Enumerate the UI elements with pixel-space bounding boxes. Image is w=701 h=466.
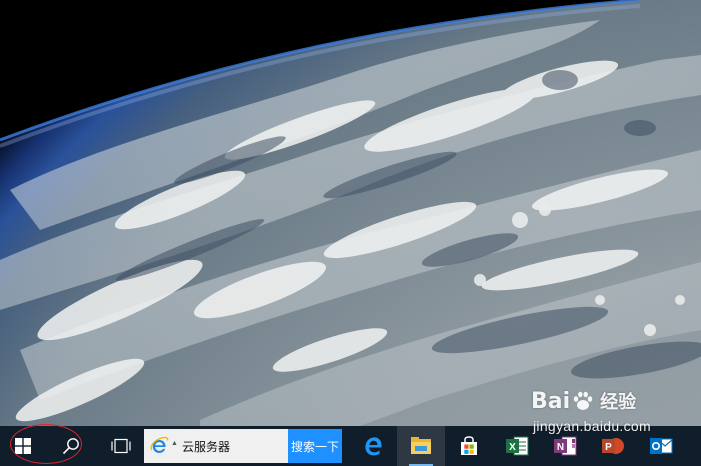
desktop-wallpaper <box>0 0 701 426</box>
search-query[interactable]: 云服务器 <box>182 438 230 455</box>
onenote-app[interactable]: N <box>541 426 589 466</box>
magnifier-icon <box>62 438 79 455</box>
powerpoint-icon: P <box>602 438 624 454</box>
search-submit-button[interactable]: 搜索一下 <box>288 429 342 463</box>
svg-text:X: X <box>509 442 516 453</box>
dropdown-caret-icon[interactable]: ▲ <box>171 440 178 447</box>
outlook-icon <box>650 438 673 454</box>
desktop: ▲ 云服务器 搜索一下 X N P Bai 经验 jingyan.baidu.c… <box>0 0 701 466</box>
start-button[interactable] <box>0 426 46 466</box>
search-button[interactable] <box>46 426 96 466</box>
task-view-icon <box>111 438 131 454</box>
file-explorer-icon <box>411 437 431 454</box>
powerpoint-app[interactable]: P <box>589 426 637 466</box>
excel-app[interactable]: X <box>493 426 541 466</box>
edge-icon <box>365 437 382 456</box>
onenote-icon: N <box>554 436 577 456</box>
svg-text:N: N <box>557 442 564 453</box>
outlook-app[interactable] <box>637 426 685 466</box>
edge-app[interactable] <box>349 426 397 466</box>
store-icon <box>461 436 477 455</box>
file-explorer-app[interactable] <box>397 426 445 466</box>
windows-logo-icon <box>15 438 31 454</box>
internet-explorer-icon[interactable] <box>148 435 170 457</box>
browser-search-box[interactable]: ▲ 云服务器 <box>144 429 288 463</box>
earth-clouds-illustration <box>0 0 701 426</box>
taskbar: ▲ 云服务器 搜索一下 X N P <box>0 426 701 466</box>
excel-icon: X <box>506 436 529 456</box>
svg-text:P: P <box>605 442 612 453</box>
task-view-button[interactable] <box>96 426 146 466</box>
pinned-apps: X N P <box>349 426 685 466</box>
store-app[interactable] <box>445 426 493 466</box>
